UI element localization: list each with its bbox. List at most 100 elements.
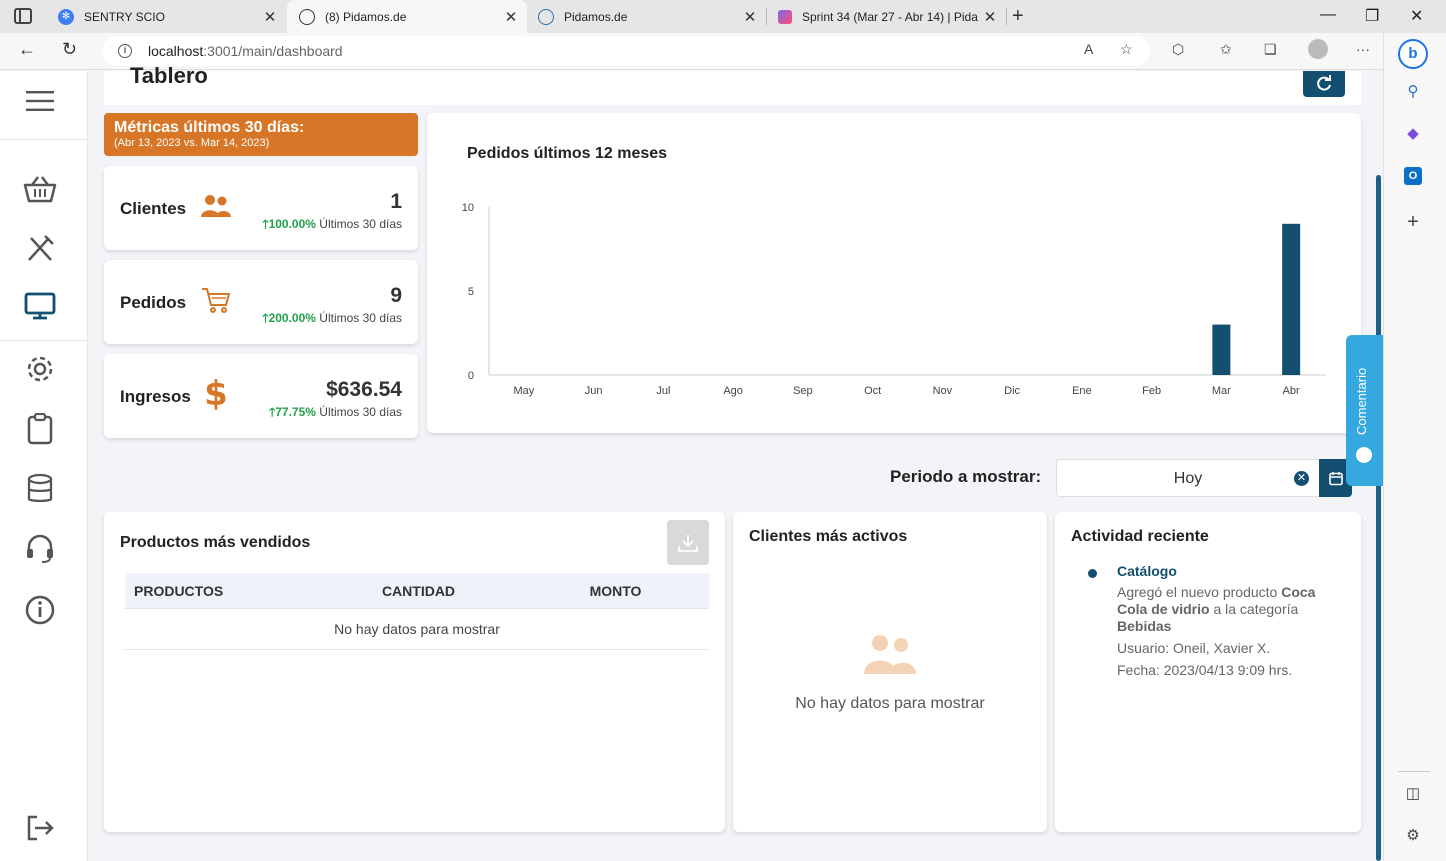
desc-category: Bebidas [1117, 618, 1172, 634]
browser-tab-pidamos[interactable]: Pidamos.de ✕ [526, 0, 766, 33]
y-tick-label: 0 [468, 370, 474, 382]
metric-trend-text: Últimos 30 días [319, 405, 402, 419]
feedback-label: Comentario [1354, 367, 1369, 435]
x-tick-label: Ago [723, 385, 743, 397]
metric-value: $636.54 [326, 378, 402, 401]
favorites-icon[interactable]: ✩ [1220, 41, 1232, 58]
info-icon[interactable]: i [118, 44, 132, 58]
dollar-icon: $ [200, 374, 232, 414]
nav-divider [0, 340, 88, 341]
back-icon[interactable]: ← [18, 39, 36, 60]
metric-trend: 🡑200.00% Últimos 30 días [262, 309, 402, 330]
column-header-products[interactable]: PRODUCTOS [125, 583, 315, 599]
close-tab-icon[interactable]: ✕ [982, 8, 998, 26]
metric-percent: 77.75% [275, 405, 316, 419]
feedback-tab[interactable]: Comentario [1346, 335, 1383, 486]
tab-actions-icon[interactable] [14, 8, 32, 24]
tab-divider [1006, 8, 1007, 25]
monitor-icon-active[interactable] [22, 288, 58, 324]
timeline-dot [1088, 569, 1097, 578]
close-tab-icon[interactable]: ✕ [262, 8, 278, 26]
column-header-quantity[interactable]: CANTIDAD [315, 583, 522, 599]
reload-icon[interactable]: ↻ [62, 39, 77, 60]
utensils-icon[interactable] [22, 231, 58, 267]
pidamos-icon [299, 8, 315, 25]
app-sidebar-nav [0, 71, 88, 861]
x-tick-label: Mar [1212, 385, 1231, 397]
sidebar-toggle-icon[interactable]: ◫ [1404, 785, 1422, 803]
metric-label: Pedidos [120, 293, 187, 312]
edge-sidebar: b ⚲ ◆ O + ◫ ⚙ [1383, 33, 1446, 861]
url-host: localhost [148, 43, 204, 59]
users-empty-icon [863, 632, 917, 681]
page-scrollbar[interactable] [1376, 175, 1381, 861]
more-menu-icon[interactable]: ··· [1356, 41, 1370, 57]
close-tab-icon[interactable]: ✕ [503, 8, 519, 26]
read-aloud-icon[interactable]: A [1084, 41, 1093, 57]
desc-text: a la categoría [1209, 601, 1299, 617]
chart-bar-abr[interactable] [1282, 223, 1301, 375]
download-button[interactable] [667, 520, 709, 565]
metric-trend-text: Últimos 30 días [319, 217, 402, 231]
settings-gear-icon[interactable] [22, 351, 58, 387]
url-text: localhost:3001/main/dashboard [148, 43, 343, 59]
orders-bar-chart: 0 5 10 May Jun Jul Ago Sep Oct Nov Dic Ene Feb Mar Abr [462, 202, 1326, 397]
metric-percent: 200.00% [268, 311, 316, 325]
new-tab-icon[interactable]: + [1012, 5, 1024, 28]
outlook-icon[interactable]: O [1404, 167, 1422, 185]
x-tick-label: Oct [864, 385, 881, 397]
settings-icon[interactable]: ⚙ [1404, 827, 1422, 845]
activity-date: Fecha: 2023/04/13 9:09 hrs. [1117, 662, 1293, 678]
browser-tab-pidamos-active[interactable]: (8) Pidamos.de ✕ [287, 0, 527, 33]
logout-icon[interactable] [22, 810, 58, 846]
info-circle-icon[interactable] [22, 592, 58, 628]
favorite-add-icon[interactable]: ☆ [1120, 41, 1133, 58]
metric-trend-text: Últimos 30 días [319, 311, 402, 325]
products-table: PRODUCTOS CANTIDAD MONTO No hay datos pa… [125, 573, 709, 650]
collections-icon[interactable]: ❏ [1264, 41, 1277, 58]
refresh-button[interactable] [1303, 71, 1345, 97]
browser-tab-bar: ✻ SENTRY SCIO ✕ (8) Pidamos.de ✕ Pidamos… [0, 0, 1446, 33]
restore-icon[interactable]: ❐ [1365, 6, 1379, 26]
clickup-icon [778, 9, 792, 24]
page-title: Tablero [130, 63, 208, 88]
metric-label: Clientes [120, 199, 187, 218]
nav-divider [0, 139, 88, 140]
clipboard-icon[interactable] [22, 411, 58, 447]
headset-support-icon[interactable] [22, 531, 58, 567]
browser-tab-clickup[interactable]: Sprint 34 (Mar 27 - Abr 14) | Pida ✕ [766, 0, 1006, 33]
add-sidebar-app-icon[interactable]: + [1404, 212, 1422, 232]
x-tick-label: Jul [656, 385, 670, 397]
y-tick-label: 5 [468, 286, 474, 298]
close-tab-icon[interactable]: ✕ [742, 8, 758, 26]
minimize-icon[interactable]: — [1320, 6, 1336, 24]
close-window-icon[interactable]: ✕ [1410, 6, 1423, 26]
metric-card-pedidos: Pedidos 9 🡑200.00% Últimos 30 días [104, 260, 418, 344]
url-path: :3001/main/dashboard [203, 43, 343, 59]
feedback-chat-icon [1356, 447, 1372, 463]
metric-value: 1 [390, 190, 402, 213]
clear-period-icon[interactable]: ✕ [1294, 471, 1309, 486]
metric-card-ingresos: Ingresos $ $636.54 🡑77.75% Últimos 30 dí… [104, 354, 418, 438]
browser-tab-sentry[interactable]: ✻ SENTRY SCIO ✕ [46, 0, 286, 33]
table-empty-message: No hay datos para mostrar [125, 609, 709, 650]
chart-bar-mar[interactable] [1212, 324, 1231, 375]
column-header-amount[interactable]: MONTO [522, 583, 709, 599]
bing-chat-icon[interactable]: b [1398, 39, 1428, 69]
search-icon[interactable]: ⚲ [1404, 83, 1422, 101]
cart-icon [200, 284, 232, 316]
basket-icon[interactable] [22, 171, 58, 207]
database-icon[interactable] [22, 471, 58, 507]
metric-trend: 🡑100.00% Últimos 30 días [262, 215, 402, 236]
activity-category[interactable]: Catálogo [1117, 563, 1177, 579]
extensions-icon[interactable]: ⬡ [1172, 41, 1184, 58]
browser-address-bar: ← ↻ i localhost:3001/main/dashboard A ☆ … [0, 33, 1446, 70]
metric-trend: 🡑77.75% Últimos 30 días [269, 403, 402, 424]
url-input[interactable]: i localhost:3001/main/dashboard [102, 36, 1150, 66]
menu-hamburger-icon[interactable] [22, 83, 58, 119]
period-date-input[interactable]: Hoy ✕ [1056, 459, 1320, 497]
activity-user: Usuario: Oneil, Xavier X. [1117, 640, 1271, 656]
profile-avatar-icon[interactable] [1308, 39, 1328, 59]
users-icon [200, 190, 232, 222]
office-icon[interactable]: ◆ [1404, 125, 1422, 143]
